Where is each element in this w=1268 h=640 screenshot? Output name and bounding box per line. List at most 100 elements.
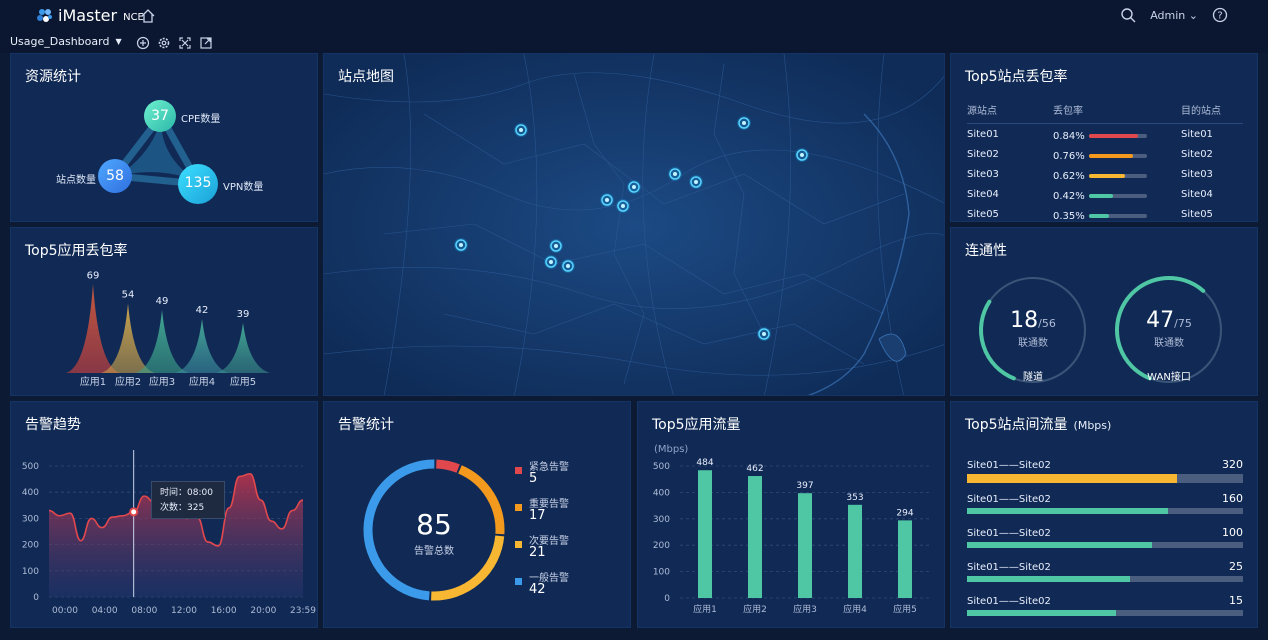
table-row[interactable]: Site02 0.76% Site02 (967, 144, 1243, 164)
flow-name: Site01——Site02 (967, 494, 1051, 505)
dst-site: Site02 (1181, 149, 1213, 160)
y-tick: 500 (22, 462, 39, 472)
loss-value: 0.35% (1053, 210, 1085, 222)
loss-bar-track (1089, 154, 1147, 158)
huawei-logo-icon (37, 8, 52, 22)
flow-bar[interactable] (798, 493, 812, 598)
home-icon[interactable] (140, 8, 156, 24)
site-loss-table: 源站点 丢包率 目的站点 Site01 0.84% Site01 Site02 0.76… (967, 102, 1243, 224)
x-tick: 20:00 (250, 606, 276, 616)
site-map[interactable] (324, 54, 945, 396)
donut-slice-1[interactable] (435, 459, 460, 473)
site-label: 站点数量 (56, 175, 96, 186)
flow-value: 15 (1229, 594, 1243, 607)
user-menu[interactable]: Admin ⌄ (1150, 9, 1198, 22)
donut-slice-2[interactable] (458, 465, 505, 535)
y-tick: 300 (22, 514, 39, 524)
y-tick: 200 (653, 541, 670, 551)
loss-bar-fill (1089, 154, 1134, 158)
app-flow-panel: Top5应用流量 (Mbps) 0 100 200 300 400 500 484 应用1 46… (637, 401, 945, 628)
legend-item[interactable]: 紧急告警 5 (515, 458, 569, 486)
panel-title-text: Top5站点间流量 (965, 417, 1068, 433)
vpn-count: 135 (184, 175, 212, 191)
flow-fill (967, 576, 1130, 582)
legend-item[interactable]: 次要告警 21 (515, 532, 569, 560)
loss-value: 0.62% (1053, 170, 1085, 182)
add-icon[interactable] (136, 36, 150, 50)
alarm-stats-panel: 告警统计 85 告警总数 紧急告警 5 重要告警 17 次要告警 21 一般告警 42 (323, 401, 631, 628)
panel-title: Top5站点间流量 (Mbps) (965, 414, 1111, 434)
legend-item[interactable]: 重要告警 17 (515, 495, 569, 523)
tunnel-sub: 联通数 (1018, 338, 1048, 349)
site-count: 58 (106, 168, 124, 184)
gear-icon[interactable] (157, 36, 171, 50)
search-icon[interactable] (1120, 7, 1136, 23)
flow-track (967, 610, 1243, 616)
flow-fill (967, 610, 1117, 616)
loss-rate: 0.84% (1053, 124, 1181, 144)
bar-value: 294 (896, 508, 913, 518)
flow-bar[interactable] (698, 470, 712, 598)
dashboard-name: Usage_Dashboard (10, 35, 110, 48)
table-header-row: 源站点 丢包率 目的站点 (967, 102, 1243, 124)
x-tick: 应用4 (843, 603, 867, 615)
site-flow-panel: Top5站点间流量 (Mbps) Site01——Site02 320 Site01—… (950, 401, 1258, 628)
wan-value: 47/75 (1119, 308, 1219, 333)
flow-name: Site01——Site02 (967, 528, 1051, 539)
flow-bar[interactable] (898, 520, 912, 598)
fullscreen-icon[interactable] (178, 36, 192, 50)
app-label: 应用4 (189, 375, 215, 388)
top-bar: iMaster NCE Admin ⌄ ? (0, 0, 1268, 33)
tunnel-label: 隧道 (1023, 372, 1043, 383)
alarm-total: 85 (416, 508, 452, 541)
y-tick: 100 (653, 568, 670, 578)
x-tick: 应用5 (893, 603, 917, 615)
legend-item[interactable]: 一般告警 42 (515, 569, 569, 597)
table-row[interactable]: Site04 0.42% Site04 (967, 184, 1243, 204)
flow-value: 100 (1222, 526, 1243, 539)
col-rate: 丢包率 (1053, 102, 1181, 124)
table-row[interactable]: Site05 0.35% Site05 (967, 204, 1243, 224)
peak-2 (101, 303, 155, 373)
peak-value: 39 (237, 309, 250, 320)
src-site: Site05 (967, 209, 999, 220)
loss-bar-track (1089, 214, 1147, 218)
cpe-label: CPE数量 (181, 114, 221, 125)
dashboard-select[interactable]: Usage_Dashboard ▼ (10, 35, 122, 48)
col-src: 源站点 (967, 102, 1053, 124)
app-label: 应用1 (80, 375, 106, 388)
app-loss-panel: Top5应用丢包率 69 应用1 54 应用2 49 应用3 42 应用4 39 应用5 (10, 227, 318, 396)
y-tick: 500 (653, 462, 670, 472)
tunnel-count: 18 (1010, 308, 1039, 333)
flow-value: 320 (1222, 458, 1243, 471)
dst-site: Site04 (1181, 189, 1213, 200)
flow-bar[interactable] (848, 504, 862, 598)
brand[interactable]: iMaster NCE (36, 6, 144, 25)
wan-count: 47 (1146, 308, 1175, 333)
trend-tooltip: 时间：08:00 次数：325 (151, 481, 225, 519)
table-row[interactable]: Site03 0.62% Site03 (967, 164, 1243, 184)
panel-title: 站点地图 (338, 69, 394, 85)
export-icon[interactable] (199, 36, 213, 50)
peak-value: 69 (87, 270, 100, 281)
legend-value: 5 (529, 471, 538, 486)
help-icon[interactable]: ? (1212, 7, 1228, 23)
hover-point[interactable] (129, 507, 139, 517)
table-row[interactable]: Site01 0.84% Site01 (967, 124, 1243, 145)
src-site: Site01 (967, 129, 999, 140)
src-site: Site04 (967, 189, 999, 200)
app-name: iMaster (58, 6, 118, 25)
flow-fill (967, 508, 1169, 514)
col-dst: 目的站点 (1181, 102, 1243, 124)
loss-bar-fill (1089, 194, 1114, 198)
y-tick: 200 (22, 541, 39, 551)
loss-rate: 0.35% (1053, 204, 1181, 224)
dst-site: Site05 (1181, 209, 1213, 220)
y-tick: 0 (33, 593, 39, 603)
caret-down-icon: ▼ (115, 37, 122, 46)
flow-bar[interactable] (748, 476, 762, 598)
tooltip-time: 时间：08:00 (160, 488, 213, 498)
loss-value: 0.42% (1053, 190, 1085, 202)
app-label: 应用5 (230, 375, 256, 388)
legend-swatch (515, 541, 522, 548)
